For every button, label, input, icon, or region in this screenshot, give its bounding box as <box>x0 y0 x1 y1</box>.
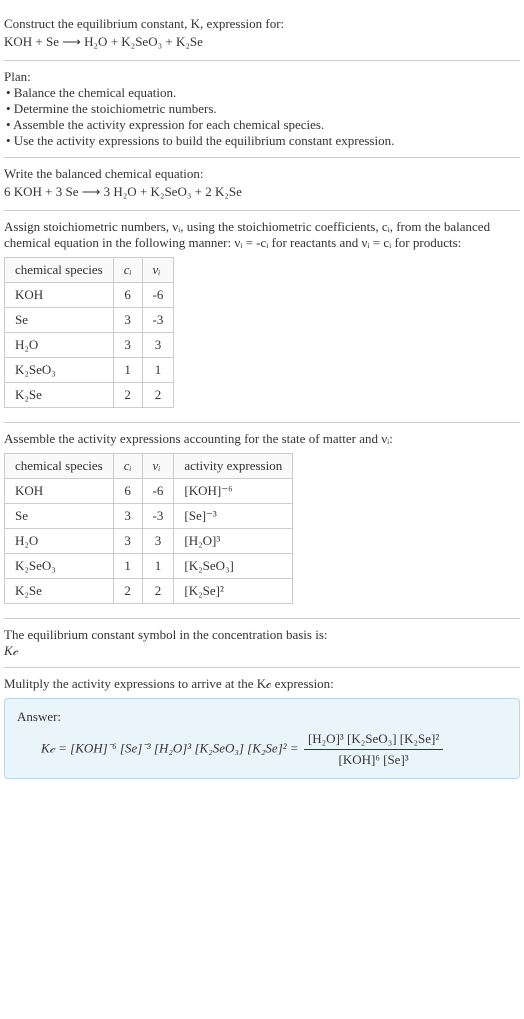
species-cell: KOH <box>5 479 114 504</box>
c-cell: 1 <box>113 554 142 579</box>
v-cell: -3 <box>142 504 174 529</box>
v-cell: 1 <box>142 358 174 383</box>
table-row: K₂Se 2 2 <box>5 383 174 408</box>
answer-box: Answer: K𝒸 = [KOH]⁻⁶ [Se]⁻³ [H₂O]³ [K₂Se… <box>4 698 520 779</box>
stoich-table: chemical species cᵢ νᵢ KOH 6 -6 Se 3 -3 … <box>4 257 174 408</box>
species-cell: Se <box>5 308 114 333</box>
table-header: νᵢ <box>142 454 174 479</box>
plan-section: Plan: • Balance the chemical equation. •… <box>4 61 520 158</box>
v-cell: 3 <box>142 333 174 358</box>
intro-text: Construct the equilibrium constant, K, e… <box>4 16 520 32</box>
c-cell: 2 <box>113 579 142 604</box>
answer-expression: K𝒸 = [KOH]⁻⁶ [Se]⁻³ [H₂O]³ [K₂SeO₃] [K₂S… <box>41 731 507 768</box>
species-cell: K₂Se <box>5 579 114 604</box>
answer-label: Answer: <box>17 709 507 725</box>
plan-heading: Plan: <box>4 69 520 85</box>
table-row: KOH 6 -6 <box>5 283 174 308</box>
species-cell: K₂SeO₃ <box>5 554 114 579</box>
v-cell: 1 <box>142 554 174 579</box>
c-cell: 3 <box>113 333 142 358</box>
table-header: cᵢ <box>113 258 142 283</box>
table-header-row: chemical species cᵢ νᵢ <box>5 258 174 283</box>
balanced-heading: Write the balanced chemical equation: <box>4 166 520 182</box>
activity-heading: Assemble the activity expressions accoun… <box>4 431 520 447</box>
activity-section: Assemble the activity expressions accoun… <box>4 423 520 619</box>
species-cell: KOH <box>5 283 114 308</box>
c-cell: 3 <box>113 308 142 333</box>
symbol-section: The equilibrium constant symbol in the c… <box>4 619 520 668</box>
table-row: K₂Se 2 2 [K₂Se]² <box>5 579 293 604</box>
c-cell: 3 <box>113 504 142 529</box>
table-row: Se 3 -3 [Se]⁻³ <box>5 504 293 529</box>
table-row: KOH 6 -6 [KOH]⁻⁶ <box>5 479 293 504</box>
plan-item: • Use the activity expressions to build … <box>6 133 520 149</box>
multiply-heading: Mulitply the activity expressions to arr… <box>4 676 520 692</box>
balanced-equation: 6 KOH + 3 Se ⟶ 3 H₂O + K₂SeO₃ + 2 K₂Se <box>4 184 520 200</box>
balanced-section: Write the balanced chemical equation: 6 … <box>4 158 520 211</box>
plan-item: • Assemble the activity expression for e… <box>6 117 520 133</box>
v-cell: 2 <box>142 383 174 408</box>
v-cell: -3 <box>142 308 174 333</box>
species-cell: K₂SeO₃ <box>5 358 114 383</box>
multiply-section: Mulitply the activity expressions to arr… <box>4 668 520 787</box>
table-row: K₂SeO₃ 1 1 <box>5 358 174 383</box>
table-row: H₂O 3 3 [H₂O]³ <box>5 529 293 554</box>
species-cell: K₂Se <box>5 383 114 408</box>
stoich-text: Assign stoichiometric numbers, νᵢ, using… <box>4 219 520 251</box>
table-header: chemical species <box>5 258 114 283</box>
species-cell: H₂O <box>5 529 114 554</box>
c-cell: 6 <box>113 479 142 504</box>
symbol-text: The equilibrium constant symbol in the c… <box>4 627 520 643</box>
c-cell: 2 <box>113 383 142 408</box>
table-header: νᵢ <box>142 258 174 283</box>
table-header: chemical species <box>5 454 114 479</box>
table-row: K₂SeO₃ 1 1 [K₂SeO₃] <box>5 554 293 579</box>
v-cell: -6 <box>142 479 174 504</box>
c-cell: 6 <box>113 283 142 308</box>
v-cell: 2 <box>142 579 174 604</box>
table-header: cᵢ <box>113 454 142 479</box>
symbol-kc: K𝒸 <box>4 643 520 659</box>
answer-lhs: K𝒸 = [KOH]⁻⁶ [Se]⁻³ [H₂O]³ [K₂SeO₃] [K₂S… <box>41 740 302 755</box>
table-row: Se 3 -3 <box>5 308 174 333</box>
answer-fraction: [H₂O]³ [K₂SeO₃] [K₂Se]² [KOH]⁶ [Se]³ <box>304 731 443 768</box>
table-header: activity expression <box>174 454 293 479</box>
intro-equation: KOH + Se ⟶ H₂O + K₂SeO₃ + K₂Se <box>4 34 520 50</box>
expr-cell: [Se]⁻³ <box>174 504 293 529</box>
v-cell: 3 <box>142 529 174 554</box>
intro-line1: Construct the equilibrium constant, K, e… <box>4 16 284 31</box>
expr-cell: [K₂Se]² <box>174 579 293 604</box>
plan-item: • Determine the stoichiometric numbers. <box>6 101 520 117</box>
c-cell: 3 <box>113 529 142 554</box>
table-row: H₂O 3 3 <box>5 333 174 358</box>
species-cell: H₂O <box>5 333 114 358</box>
table-header-row: chemical species cᵢ νᵢ activity expressi… <box>5 454 293 479</box>
expr-cell: [K₂SeO₃] <box>174 554 293 579</box>
species-cell: Se <box>5 504 114 529</box>
c-cell: 1 <box>113 358 142 383</box>
fraction-denominator: [KOH]⁶ [Se]³ <box>304 750 443 768</box>
stoich-section: Assign stoichiometric numbers, νᵢ, using… <box>4 211 520 423</box>
activity-table: chemical species cᵢ νᵢ activity expressi… <box>4 453 293 604</box>
expr-cell: [KOH]⁻⁶ <box>174 479 293 504</box>
expr-cell: [H₂O]³ <box>174 529 293 554</box>
v-cell: -6 <box>142 283 174 308</box>
fraction-numerator: [H₂O]³ [K₂SeO₃] [K₂Se]² <box>304 731 443 750</box>
plan-item: • Balance the chemical equation. <box>6 85 520 101</box>
intro-section: Construct the equilibrium constant, K, e… <box>4 8 520 61</box>
